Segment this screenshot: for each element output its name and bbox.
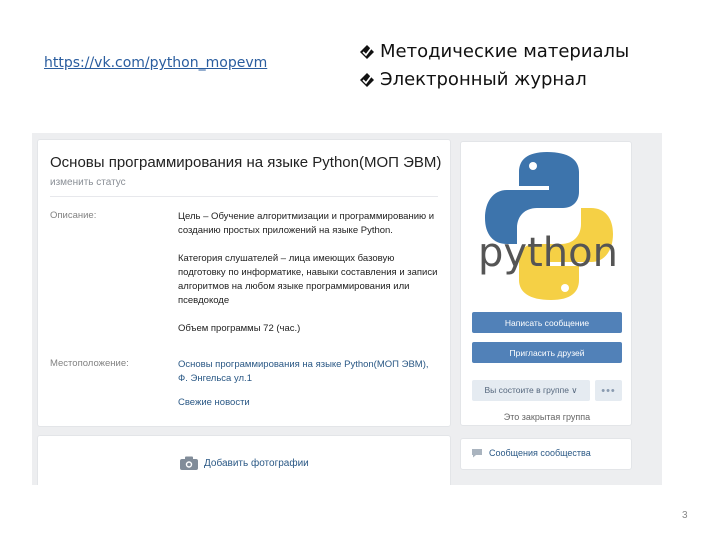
message-bubble-icon (471, 448, 483, 458)
closed-group-text: Это закрытая группа (503, 412, 591, 422)
bullet-list: Методические материалы Электронный журна… (358, 38, 629, 94)
bullet-text[interactable]: Электронный журнал (380, 66, 587, 94)
member-status-dropdown[interactable]: Вы состоите в группе ∨ (472, 380, 590, 401)
description-paragraph: Категория слушателей – лица имеющих базо… (178, 253, 438, 306)
bullet-icon (358, 43, 376, 61)
write-message-button[interactable]: Написать сообщение (472, 312, 622, 333)
group-sidebar-card: python Написать сообщение Пригласить дру… (460, 141, 632, 426)
add-photo-button[interactable]: Добавить фотографии (180, 456, 309, 470)
divider (50, 196, 438, 197)
bullet-text[interactable]: Методические материалы (380, 38, 629, 66)
group-title: Основы программирования на языке Python(… (50, 154, 442, 171)
vk-group-screenshot: Основы программирования на языке Python(… (32, 133, 662, 485)
camera-icon (180, 456, 198, 470)
vk-group-link[interactable]: https://vk.com/python_mopevm (44, 55, 267, 71)
python-logo-text: python (478, 230, 618, 276)
description-paragraph: Объем программы 72 (час.) (178, 323, 301, 334)
bullet-item-materials: Методические материалы (358, 38, 629, 66)
description-value: Цель – Обучение алгоритмизации и програм… (178, 210, 438, 350)
python-logo-eye (561, 284, 569, 292)
bullet-icon (358, 71, 376, 89)
community-messages-link[interactable]: Сообщения сообщества (471, 448, 591, 458)
description-label: Описание: (50, 210, 97, 221)
community-messages-label: Сообщения сообщества (489, 448, 591, 458)
page-number: 3 (682, 510, 688, 521)
python-logo: python (478, 152, 618, 300)
group-info-card: Основы программирования на языке Python(… (37, 139, 451, 427)
bullet-item-journal: Электронный журнал (358, 66, 629, 94)
latest-news-link[interactable]: Свежие новости (178, 396, 438, 410)
community-messages-card: Сообщения сообщества (460, 438, 632, 470)
change-status-link[interactable]: изменить статус (50, 177, 126, 188)
location-link[interactable]: Основы программирования на языке Python(… (178, 358, 438, 386)
invite-friends-button[interactable]: Пригласить друзей (472, 342, 622, 363)
photos-card: Добавить фотографии (37, 435, 451, 485)
location-label: Местоположение: (50, 358, 129, 369)
python-logo-eye (529, 162, 537, 170)
description-paragraph: Цель – Обучение алгоритмизации и програм… (178, 211, 435, 236)
more-actions-button[interactable]: ••• (595, 380, 622, 401)
add-photo-label: Добавить фотографии (204, 457, 309, 469)
